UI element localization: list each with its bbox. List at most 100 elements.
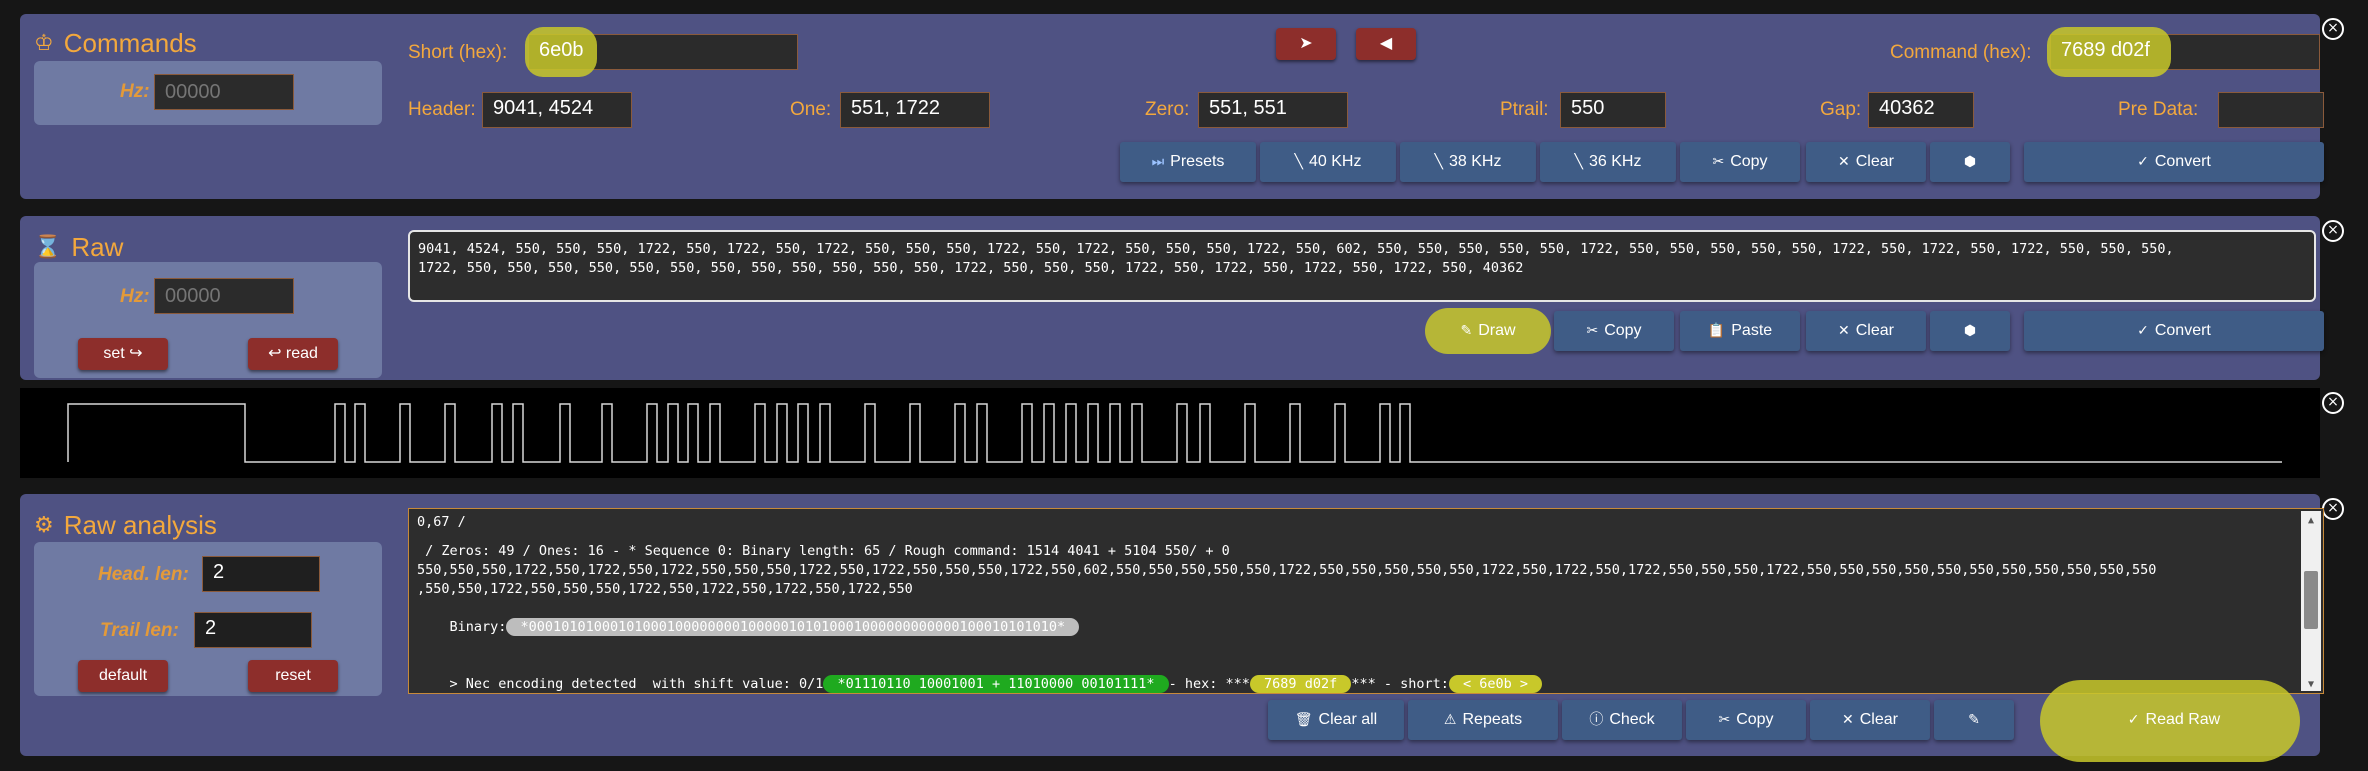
header-input[interactable]: 9041, 4524 bbox=[482, 92, 632, 128]
raw-cube-button[interactable]: ⬢ bbox=[1930, 311, 2010, 351]
raw-paste-button[interactable]: 📋 Paste bbox=[1680, 311, 1800, 351]
reset-button[interactable]: reset bbox=[248, 660, 338, 692]
raw-copy-button[interactable]: ✂ Copy bbox=[1554, 311, 1674, 351]
hex-value: 7689 d02f bbox=[1249, 675, 1352, 693]
wand-icon: ╲ bbox=[1294, 154, 1303, 170]
scroll-up-icon[interactable]: ▲ bbox=[2301, 511, 2321, 527]
trash-icon: 🗑 bbox=[1294, 712, 1313, 728]
warning-icon: ⚠ bbox=[1443, 712, 1457, 728]
binary-value: *000101010001010001000000001000001010100… bbox=[506, 618, 1080, 636]
raw-hz-input[interactable] bbox=[154, 278, 294, 314]
predata-input[interactable] bbox=[2218, 92, 2324, 128]
analysis-clear-label: Clear bbox=[1859, 711, 1898, 728]
trail-len-input[interactable]: 2 bbox=[194, 612, 312, 648]
analysis-scrollbar[interactable]: ▲ ▼ bbox=[2301, 511, 2321, 691]
khz40-button[interactable]: ╲ 40 KHz bbox=[1260, 142, 1396, 182]
analysis-line1: 0,67 / bbox=[417, 514, 466, 530]
nec-bits: *01110110 10001001 + 11010000 00101111* bbox=[823, 675, 1169, 693]
raw-clear-button[interactable]: ✕ Clear bbox=[1806, 311, 1926, 351]
short-hex-value: 6e0b bbox=[539, 39, 584, 61]
raw-title: ⌛ Raw bbox=[34, 232, 123, 263]
waveform-svg bbox=[67, 403, 2282, 463]
commands-convert-button[interactable]: ✓ Convert bbox=[2024, 142, 2324, 182]
read-raw-button[interactable]: ✓ Read Raw bbox=[2024, 700, 2324, 740]
commands-copy-button[interactable]: ✂ Copy bbox=[1680, 142, 1800, 182]
head-len-input[interactable]: 2 bbox=[202, 556, 320, 592]
khz38-button[interactable]: ╲ 38 KHz bbox=[1400, 142, 1536, 182]
check-icon: ✓ bbox=[2137, 323, 2149, 339]
commands-convert-label: Convert bbox=[2154, 153, 2211, 170]
binary-label: Binary: bbox=[449, 619, 507, 635]
raw-paste-label: Paste bbox=[1731, 322, 1773, 339]
zero-label: Zero: bbox=[1145, 99, 1190, 120]
raw-hz-label: Hz: bbox=[120, 286, 150, 307]
analysis-edit-button[interactable]: ✎ bbox=[1934, 700, 2014, 740]
crown-icon: ♔ bbox=[34, 31, 54, 56]
zero-input[interactable]: 551, 551 bbox=[1198, 92, 1348, 128]
analysis-settings-box: Head. len: 2 Trail len: 2 default reset bbox=[34, 542, 382, 696]
commands-hz-label: Hz: bbox=[120, 81, 150, 102]
check-button[interactable]: ⓘ Check bbox=[1562, 700, 1682, 740]
read-button[interactable]: ↩ read bbox=[248, 338, 338, 370]
waveform-path bbox=[67, 403, 2282, 463]
analysis-line2: / Zeros: 49 / Ones: 16 - * Sequence 0: B… bbox=[417, 543, 1230, 559]
header-label: Header: bbox=[408, 99, 476, 120]
gear-icon: ⚙ bbox=[34, 513, 54, 538]
analysis-output[interactable]: 0,67 / / Zeros: 49 / Ones: 16 - * Sequen… bbox=[408, 508, 2324, 694]
head-len-label: Head. len: bbox=[98, 564, 189, 585]
x-icon: ✕ bbox=[1838, 323, 1850, 339]
analysis-title-label: Raw analysis bbox=[63, 510, 217, 540]
clear-all-button[interactable]: 🗑 Clear all bbox=[1268, 700, 1404, 740]
scroll-down-icon[interactable]: ▼ bbox=[2301, 675, 2321, 691]
raw-convert-button[interactable]: ✓ Convert bbox=[2024, 311, 2324, 351]
set-button[interactable]: set ↪ bbox=[78, 338, 168, 370]
presets-button[interactable]: ⏭ Presets bbox=[1120, 142, 1256, 182]
commands-title: ♔ Commands bbox=[34, 28, 197, 59]
gap-label: Gap: bbox=[1820, 99, 1862, 120]
raw-close-icon[interactable]: × bbox=[2322, 220, 2344, 242]
command-hex-value: 7689 d02f bbox=[2061, 39, 2150, 61]
commands-cube-button[interactable]: ⬢ bbox=[1930, 142, 2010, 182]
wand-icon: ╲ bbox=[1434, 154, 1443, 170]
draw-button[interactable]: ✎ Draw bbox=[1428, 311, 1548, 351]
scissors-icon: ✂ bbox=[1718, 712, 1731, 728]
one-label: One: bbox=[790, 99, 832, 120]
raw-hz-box: Hz: set ↪ ↩ read bbox=[34, 262, 382, 378]
commands-panel: ♔ Commands × Hz: Short (hex): 6e0b ➤ ◀ C… bbox=[20, 14, 2344, 199]
next-button[interactable]: ➤ bbox=[1276, 28, 1336, 60]
default-button[interactable]: default bbox=[78, 660, 168, 692]
check-icon: ✓ bbox=[2127, 712, 2140, 728]
analysis-copy-button[interactable]: ✂ Copy bbox=[1686, 700, 1806, 740]
analysis-clear-button[interactable]: ✕ Clear bbox=[1810, 700, 1930, 740]
read-raw-label: Read Raw bbox=[2145, 711, 2221, 728]
analysis-close-icon[interactable]: × bbox=[2322, 498, 2344, 520]
ptrail-label: Ptrail: bbox=[1500, 99, 1549, 120]
raw-convert-label: Convert bbox=[2154, 322, 2211, 339]
gap-input[interactable]: 40362 bbox=[1868, 92, 1974, 128]
analysis-title: ⚙ Raw analysis bbox=[34, 510, 217, 541]
raw-title-label: Raw bbox=[71, 232, 124, 262]
scroll-thumb[interactable] bbox=[2304, 571, 2318, 629]
commands-title-label: Commands bbox=[63, 28, 197, 58]
one-input[interactable]: 551, 1722 bbox=[840, 92, 990, 128]
command-hex-input[interactable]: 7689 d02f bbox=[2047, 27, 2320, 77]
ptrail-input[interactable]: 550 bbox=[1560, 92, 1666, 128]
commands-close-icon[interactable]: × bbox=[2322, 18, 2344, 40]
check-label: Check bbox=[1609, 711, 1655, 728]
clear-all-label: Clear all bbox=[1318, 711, 1378, 728]
khz36-label: 36 KHz bbox=[1588, 153, 1642, 170]
raw-textarea[interactable]: 9041, 4524, 550, 550, 550, 1722, 550, 17… bbox=[408, 230, 2316, 302]
short-hex-input[interactable]: 6e0b bbox=[525, 27, 798, 77]
short-value: < 6e0b > bbox=[1448, 675, 1543, 693]
repeats-button[interactable]: ⚠ Repeats bbox=[1408, 700, 1558, 740]
presets-label: Presets bbox=[1170, 153, 1225, 170]
command-hex-label: Command (hex): bbox=[1890, 42, 2032, 63]
scissors-icon: ✂ bbox=[1712, 154, 1725, 170]
prev-button[interactable]: ◀ bbox=[1356, 28, 1416, 60]
commands-clear-button[interactable]: ✕ Clear bbox=[1806, 142, 1926, 182]
waveform-close-icon[interactable]: × bbox=[2322, 392, 2344, 414]
commands-hz-input[interactable] bbox=[154, 74, 294, 110]
analysis-binary-line: Binary: *0001010100010100010000000010000… bbox=[417, 599, 2315, 656]
hourglass-icon: ⌛ bbox=[34, 235, 62, 260]
khz36-button[interactable]: ╲ 36 KHz bbox=[1540, 142, 1676, 182]
